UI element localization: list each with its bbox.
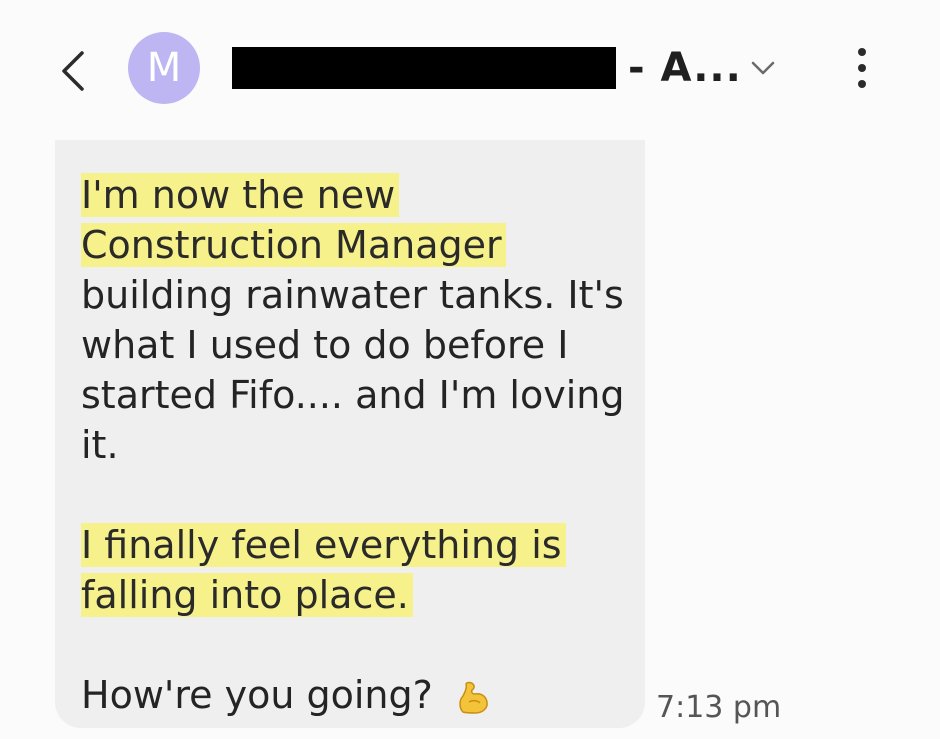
- more-vertical-icon-dot-2: [858, 64, 866, 72]
- more-options-button[interactable]: [844, 44, 880, 92]
- message-text: How're you going?: [81, 673, 433, 717]
- message-line: falling into place.: [81, 570, 645, 620]
- more-vertical-icon: [858, 48, 866, 56]
- message-line: I finally feel everything is: [81, 520, 645, 570]
- flexed-biceps-icon: [459, 681, 488, 714]
- message-bubble[interactable]: I'm now the new Construction Manager bui…: [55, 140, 645, 728]
- avatar-letter: M: [146, 45, 182, 91]
- highlighted-text: I'm now the new: [81, 173, 400, 217]
- redacted-name-bar: [232, 47, 616, 89]
- contact-name[interactable]: - A...: [232, 40, 742, 96]
- highlighted-text: I finally feel everything is: [81, 523, 566, 567]
- back-chevron-icon: [62, 51, 84, 91]
- highlighted-text: Construction Manager: [81, 223, 506, 267]
- message-line: it.: [81, 423, 119, 467]
- message-line: building rainwater tanks. It's: [81, 273, 624, 317]
- avatar[interactable]: M: [128, 32, 200, 104]
- message-line: what I used to do before I: [81, 323, 569, 367]
- message-line: started Fifo.... and I'm loving: [81, 373, 625, 417]
- conversation-screen: M - A... I'm now the new Construction Ma…: [0, 0, 940, 739]
- contact-name-suffix: - A...: [628, 45, 742, 91]
- message-line: I'm now the new: [81, 170, 645, 220]
- chevron-down-icon[interactable]: [748, 56, 778, 80]
- message-timestamp: 7:13 pm: [656, 690, 782, 725]
- message-line: Construction Manager: [81, 220, 645, 270]
- more-vertical-icon-dot-3: [858, 80, 866, 88]
- message-line: How're you going?: [81, 670, 645, 720]
- highlighted-text: falling into place.: [81, 573, 413, 617]
- back-button[interactable]: [54, 44, 90, 98]
